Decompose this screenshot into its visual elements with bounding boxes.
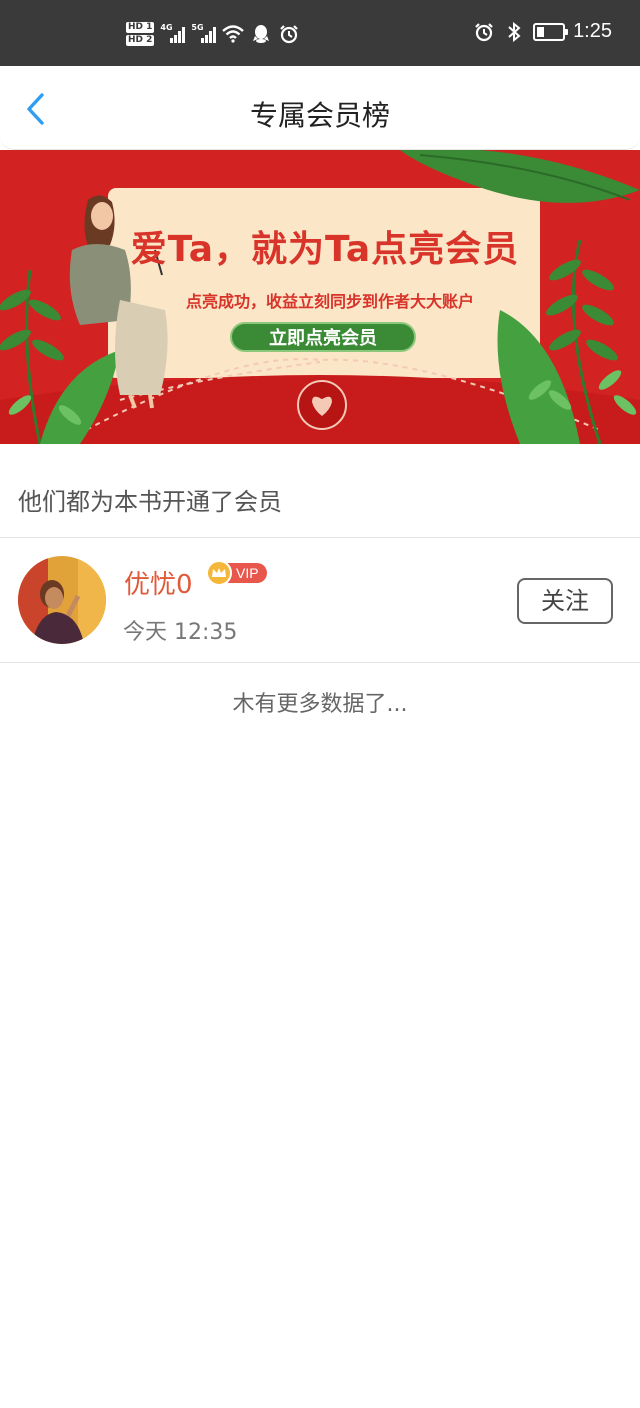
qq-icon xyxy=(250,23,272,45)
section-title: 他们都为本书开通了会员 xyxy=(18,488,282,516)
member-name[interactable]: 优忧0 xyxy=(124,564,193,601)
sim2-label: HD 2 xyxy=(126,35,155,46)
status-bar: HD 1 HD 2 4G 5G 1:25 xyxy=(0,0,640,66)
banner-subtitle: 点亮成功，收益立刻同步到作者大大账户 xyxy=(185,292,474,311)
status-right-icons: 1:25 xyxy=(473,20,612,43)
signal-2-icon: 5G xyxy=(191,23,217,43)
status-left-icons: HD 1 HD 2 4G 5G xyxy=(126,18,300,50)
activate-vip-button[interactable]: 立即点亮会员 xyxy=(230,322,416,352)
promo-banner[interactable]: 爱Ta，就为Ta点亮会员 点亮成功，收益立刻同步到作者大大账户 立即点亮会员 xyxy=(0,150,640,444)
avatar-image xyxy=(18,556,106,644)
alarm-icon xyxy=(473,21,495,43)
signal-1-icon: 4G xyxy=(160,23,186,43)
list-item[interactable]: 优忧0 VIP 今天 12:35 关注 xyxy=(0,538,640,662)
member-time: 今天 12:35 xyxy=(123,620,238,645)
vip-badge: VIP xyxy=(206,560,267,586)
network-2-label: 5G xyxy=(191,23,204,32)
banner-title: 爱Ta，就为Ta点亮会员 xyxy=(130,229,520,270)
battery-icon xyxy=(533,22,569,41)
alarm-icon xyxy=(278,23,300,45)
bluetooth-icon xyxy=(503,21,525,43)
status-time: 1:25 xyxy=(573,20,612,42)
crown-icon xyxy=(206,560,232,586)
vip-badge-label: VIP xyxy=(226,563,267,583)
no-more-data-text: 木有更多数据了... xyxy=(232,692,408,717)
wifi-icon xyxy=(222,23,245,45)
follow-button[interactable]: 关注 xyxy=(517,578,613,624)
network-1-label: 4G xyxy=(160,23,173,32)
sim-indicators: HD 1 HD 2 xyxy=(126,22,155,46)
divider xyxy=(0,662,640,663)
avatar[interactable] xyxy=(18,556,106,644)
nav-bar: 专属会员榜 xyxy=(0,66,640,150)
page-title: 专属会员榜 xyxy=(249,99,390,132)
sim1-label: HD 1 xyxy=(126,22,155,33)
